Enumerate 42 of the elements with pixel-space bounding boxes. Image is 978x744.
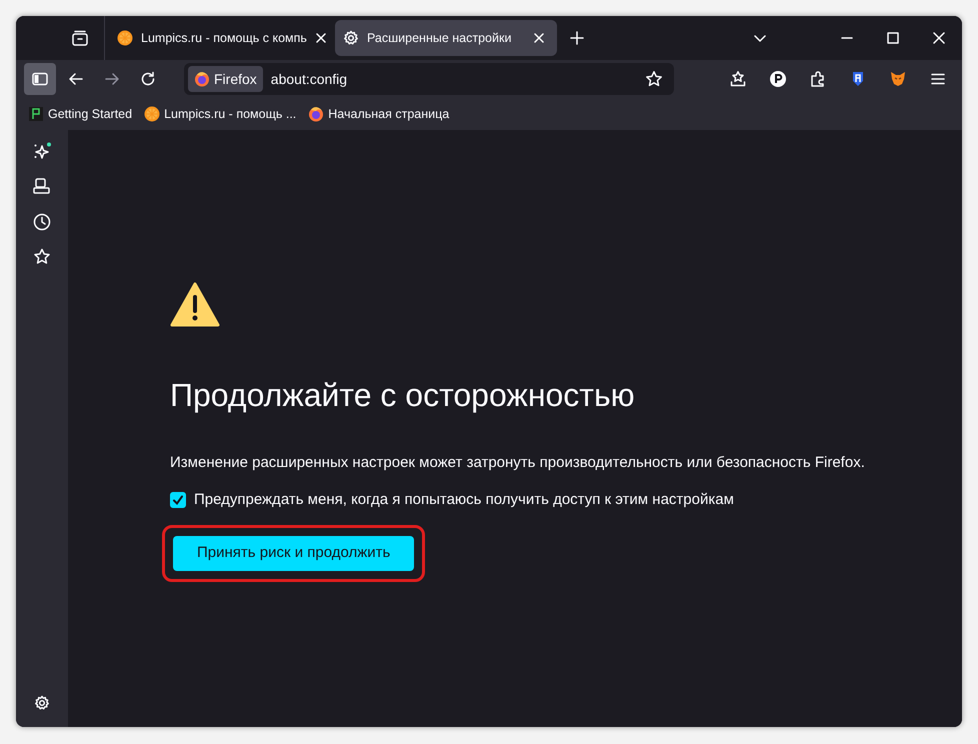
close-icon: [533, 32, 545, 44]
bookmark-item[interactable]: Начальная страница: [308, 104, 450, 124]
flag-icon: [28, 106, 44, 122]
star-icon: [645, 70, 663, 88]
citrus-slice-icon: [117, 30, 133, 46]
accept-risk-button[interactable]: Принять риск и продолжить: [173, 536, 414, 571]
checkbox-label: Предупреждать меня, когда я попытаюсь получить доступ к этим настройкам: [194, 490, 734, 510]
firefox-icon: [308, 106, 324, 122]
browser-tab[interactable]: Lumpics.ru - помощь с компь: [109, 20, 331, 56]
warning-title: Продолжайте с осторожностью: [170, 376, 636, 414]
warning-checkbox[interactable]: [170, 492, 186, 508]
reload-icon: [140, 71, 156, 87]
firefox-icon: [194, 71, 210, 87]
p-circle-icon: [769, 70, 787, 88]
back-arrow-icon: [68, 71, 84, 87]
gear-icon: [343, 30, 359, 46]
tab-title: Расширенные настройки: [367, 30, 512, 47]
url-text: about:config: [270, 70, 348, 89]
identity-chip[interactable]: Firefox: [188, 66, 263, 92]
warning-icon: [170, 282, 220, 328]
bookmark-item[interactable]: Getting Started: [28, 104, 132, 124]
puzzle-icon: [809, 70, 827, 88]
settings-icon: [34, 695, 50, 711]
close-icon: [314, 32, 327, 44]
sidebar-icon: [31, 70, 49, 88]
browser-tab[interactable]: Расширенные настройки: [335, 20, 557, 56]
plus-icon: [569, 30, 585, 46]
maximize-icon: [886, 31, 900, 45]
forward-arrow-icon: [104, 71, 120, 87]
checkmark-icon: [172, 494, 184, 506]
fox-icon: [889, 70, 907, 88]
synced-devices-icon: [32, 177, 52, 197]
citrus-slice-icon: [144, 106, 160, 122]
save-to-pocket-icon: [729, 70, 747, 88]
tab-title: Lumpics.ru - помощь с компь: [141, 30, 307, 47]
address-bar[interactable]: Firefox about:config: [184, 63, 674, 95]
tab-overview-icon: [71, 29, 89, 47]
sidebar-toggle-button[interactable]: [24, 63, 56, 95]
bookmark-item[interactable]: Lumpics.ru - помощь ...: [144, 104, 296, 124]
close-icon: [932, 31, 946, 45]
clock-icon: [32, 212, 52, 232]
warning-text: Изменение расширенных настроек может затронуть производительность или безопасность Firefox.: [170, 453, 866, 474]
